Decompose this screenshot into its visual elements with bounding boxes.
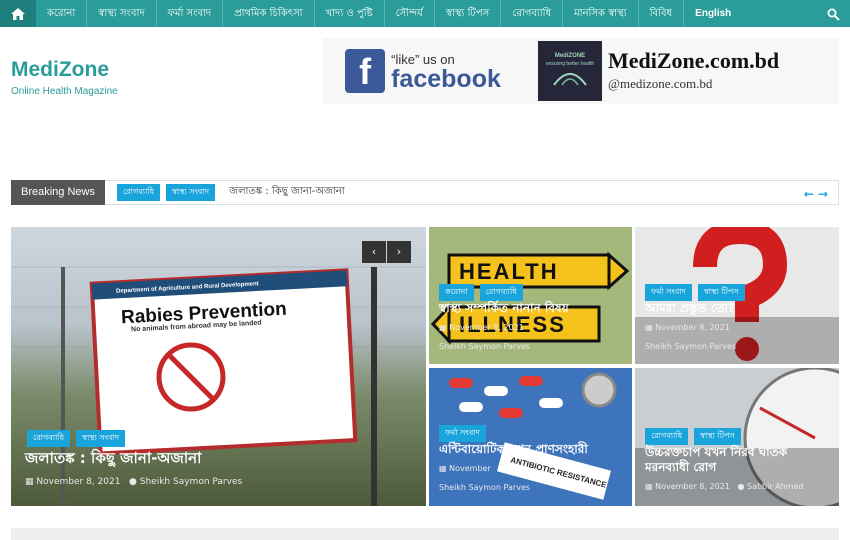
featured-post-antibiotics[interactable]: ANTIBIOTIC RESISTANCE ফর্মা সংবাদ এন্টিব… [429,368,632,506]
post-tag[interactable]: রোগব্যাধি [645,428,689,445]
post-tag[interactable]: স্বাস্থ্য টিপস [697,284,745,301]
breaking-news-bar: Breaking News রোগব্যাধি স্বাস্থ্য সংবাদ … [11,180,839,205]
post-date: November 8, 2021 [655,482,730,491]
calendar-icon: ▦ [25,477,34,487]
post-date: November 8, 2021 [449,323,524,332]
header-banner-ad[interactable]: f “like” us on facebook MediZONE ensurin… [323,38,839,104]
calendar-icon: ▦ [439,464,447,473]
nav-item-pharma-news[interactable]: ফর্মা সংবাদ [157,0,224,27]
post-tag[interactable]: রোগব্যাধি [27,430,71,447]
facebook-word: facebook [391,64,501,93]
banner-brand: MediZone.com.bd [608,48,780,73]
post-title[interactable]: স্বাস্থ্য সম্পর্কিত নানান বিষয় [439,301,624,316]
post-title[interactable]: উচ্চরক্তচাপ যখন নিরব ঘাতক মরনব্যাধী রোগ [645,445,835,475]
post-tag[interactable]: ফর্মা সংবাদ [439,425,486,442]
post-date: November [449,464,491,473]
breaking-tag[interactable]: স্বাস্থ্য সংবাদ [166,184,216,201]
top-nav: করোনা স্বাস্থ্য সংবাদ ফর্মা সংবাদ প্রাথম… [0,0,850,27]
arrow-left-icon[interactable]: ← [804,187,814,201]
search-icon [827,8,840,21]
chevron-left-icon: ‹ [371,245,377,258]
post-author[interactable]: Sabbir Ahmed [747,482,804,491]
post-title[interactable]: জলাতঙ্ক : কিছু জানা-অজানা [25,451,202,466]
post-tag[interactable]: ফর্মা সংবাদ [645,284,692,301]
post-tag[interactable]: স্বাস্থ্য সংবাদ [76,430,126,447]
post-date: November 8, 2021 [36,477,121,487]
featured-post-main[interactable]: Department of Agriculture and Rural Deve… [11,227,426,506]
post-author[interactable]: Sheikh Saymon Parves [140,477,242,487]
arrow-right-icon[interactable]: → [818,187,828,201]
home-button[interactable] [0,0,36,27]
breaking-headline[interactable]: জলাতঙ্ক : কিছু জানা-অজানা [229,184,345,201]
calendar-icon: ▦ [645,482,653,491]
featured-post-health-topics[interactable]: HEALTH ILLNESS করোনা রোগব্যাধি স্বাস্থ্য… [429,227,632,364]
post-tag[interactable]: স্বাস্থ্য টিপস [694,428,741,445]
slider-next-button[interactable]: › [387,241,411,263]
facebook-logo-icon: f [345,49,386,93]
nav-item-first-aid[interactable]: প্রাথমিক চিকিৎসা [223,0,315,27]
chevron-right-icon: › [396,245,402,258]
nav-item-diseases[interactable]: রোগব্যাধি [501,0,564,27]
home-icon [11,7,25,20]
search-button[interactable] [827,6,840,25]
nav-item-english[interactable]: English [684,0,742,27]
user-icon: ● [129,477,137,487]
calendar-icon: ▦ [645,323,653,332]
banner-handle: @medizone.com.bd [608,76,713,91]
post-title[interactable]: এন্টিবায়োটিক যখন প্রাণসংহারী [439,442,624,457]
featured-post-hypertension[interactable]: রোগব্যাধি স্বাস্থ্য টিপস উচ্চরক্তচাপ যখন… [635,368,839,506]
nav-item-health-tips[interactable]: স্বাস্থ্য টিপস [435,0,502,27]
nav-item-corona[interactable]: করোনা [36,0,88,27]
nav-item-mental-health[interactable]: মানসিক স্বাস্থ্য [563,0,639,27]
nav-item-misc[interactable]: বিবিধ [639,0,685,27]
ticker-arrows: ← → [804,187,828,201]
content-section-top [11,528,839,540]
post-tag[interactable]: রোগব্যাধি [479,284,523,301]
badge-line1: MediZONE [554,53,586,59]
calendar-icon: ▦ [439,323,447,332]
nav-item-health-news[interactable]: স্বাস্থ্য সংবাদ [87,0,157,27]
nav-item-food-nutrition[interactable]: খাদ্য ও পুষ্টি [315,0,385,27]
medizone-badge-logo: MediZONE ensuring better health [538,41,602,101]
post-date: November 8, 2021 [655,323,730,332]
featured-post-are-we-ready[interactable]: ফর্মা সংবাদ স্বাস্থ্য টিপস আমরা প্রস্তুত… [635,227,839,364]
post-author[interactable]: Sheikh Saymon Parves [439,483,530,492]
post-title[interactable]: আমরা প্রস্তুত তো? [645,301,735,316]
leaf-icon [553,73,587,86]
post-author[interactable]: Sheikh Saymon Parves [439,342,530,351]
facebook-like-banner[interactable]: f “like” us on facebook [323,38,523,104]
post-author[interactable]: Sheikh Saymon Parves [645,342,736,351]
nav-item-beauty[interactable]: সৌন্দর্য [385,0,435,27]
slider-prev-button[interactable]: ‹ [362,241,386,263]
road-sign-health-text: HEALTH [459,259,559,284]
user-icon: ● [737,482,745,491]
site-title[interactable]: MediZone [11,58,109,82]
breaking-tag[interactable]: রোগব্যাধি [116,184,161,201]
site-tagline: Online Health Magazine [11,86,118,97]
breaking-news-label: Breaking News [11,180,105,205]
post-tag[interactable]: করোনা [439,284,474,301]
